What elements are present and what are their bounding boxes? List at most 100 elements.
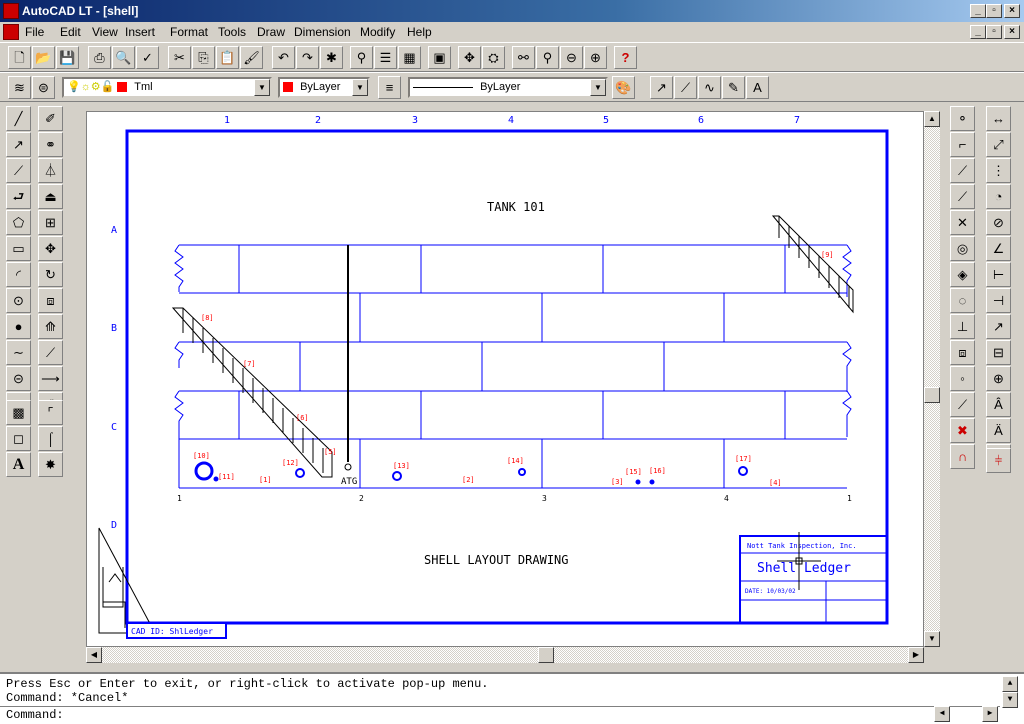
stretch-icon[interactable]: ⟰ xyxy=(38,314,63,339)
snap-insertion-icon[interactable]: ⧈ xyxy=(950,340,975,365)
horizontal-scrollbar[interactable]: ◀ ▶ xyxy=(86,647,924,663)
snap-none-icon[interactable]: ✖ xyxy=(950,418,975,443)
fillet-icon[interactable]: ⌜ xyxy=(38,400,63,425)
osnap-icon[interactable]: ✱ xyxy=(320,46,343,69)
chevron-down-icon[interactable]: ▼ xyxy=(590,79,606,96)
new-icon[interactable]: 🗋 xyxy=(8,46,31,69)
snap-midpoint-icon[interactable]: ⟋ xyxy=(950,158,975,183)
scroll-thumb[interactable] xyxy=(924,387,940,403)
help-icon[interactable]: ? xyxy=(614,46,637,69)
zoom-realtime-icon[interactable]: ⚯ xyxy=(512,46,535,69)
dimension-text-icon[interactable]: ☰ xyxy=(374,46,397,69)
cmd-scroll-right-icon[interactable]: ▶ xyxy=(982,706,998,722)
menu-modify[interactable]: Modify xyxy=(360,25,395,39)
menu-tools[interactable]: Tools xyxy=(218,25,246,39)
doc-restore-button[interactable]: ▫ xyxy=(986,25,1002,39)
dim-linear-icon[interactable]: ↗ xyxy=(650,76,673,99)
aerial-view-icon[interactable]: ⛭ xyxy=(482,46,505,69)
snap-node-icon[interactable]: ◦ xyxy=(950,366,975,391)
scroll-right-icon[interactable]: ▶ xyxy=(908,647,924,663)
pan-icon[interactable]: ✥ xyxy=(458,46,481,69)
save-icon[interactable]: 💾 xyxy=(56,46,79,69)
spline-icon[interactable]: ∼ xyxy=(6,340,31,365)
linetype-icon[interactable]: ≡ xyxy=(378,76,401,99)
tolerance-tool-icon[interactable]: ⊟ xyxy=(986,340,1011,365)
doc-minimize-button[interactable]: _ xyxy=(970,25,986,39)
cut-icon[interactable]: ✂ xyxy=(168,46,191,69)
scroll-up-icon[interactable]: ▲ xyxy=(924,111,940,127)
document-icon[interactable] xyxy=(3,24,19,40)
spelling-icon[interactable]: ✓ xyxy=(136,46,159,69)
menu-help[interactable]: Help xyxy=(407,25,432,39)
rectangle-icon[interactable]: ▭ xyxy=(6,236,31,261)
shell-layout-drawing[interactable]: 1 2 3 4 5 6 7 A B C D TANK 101 ATG [1] [… xyxy=(87,112,924,647)
cmd-scroll-up-icon[interactable]: ▲ xyxy=(1002,676,1018,692)
dim-aligned-tool-icon[interactable]: ⤢ xyxy=(986,132,1011,157)
snap-intersection-icon[interactable]: ⟋ xyxy=(950,184,975,209)
offset-icon[interactable]: ⏏ xyxy=(38,184,63,209)
dim-style-tool-icon[interactable]: ⫩ xyxy=(986,448,1011,473)
circle-icon[interactable]: ⊙ xyxy=(6,288,31,313)
fillet-round-icon[interactable]: ⌠ xyxy=(38,426,63,451)
polyline-icon[interactable]: ⟋ xyxy=(6,158,31,183)
named-views-icon[interactable]: ▣ xyxy=(428,46,451,69)
layers-icon[interactable]: ≋ xyxy=(8,76,31,99)
scroll-left-icon[interactable]: ◀ xyxy=(86,647,102,663)
region-icon[interactable]: ◻ xyxy=(6,426,31,451)
color-select[interactable]: ByLayer ▼ xyxy=(278,77,370,98)
minimize-button[interactable]: _ xyxy=(970,4,986,18)
menu-edit[interactable]: Edit xyxy=(60,25,81,39)
trim-icon[interactable]: ⟋ xyxy=(38,340,63,365)
mirror-icon[interactable]: ⏃ xyxy=(38,158,63,183)
copy-icon[interactable]: ⎘ xyxy=(192,46,215,69)
snap-settings-icon[interactable]: ∩ xyxy=(950,444,975,469)
dim-angular-tool-icon[interactable]: ∠ xyxy=(986,236,1011,261)
dim-linear-tool-icon[interactable]: ↔ xyxy=(986,106,1011,131)
dim-radius-tool-icon[interactable]: ◔ xyxy=(986,184,1011,209)
text-icon[interactable]: A xyxy=(6,452,31,477)
snap-center-icon[interactable]: ◎ xyxy=(950,236,975,261)
make-current-layer-icon[interactable]: ⊜ xyxy=(32,76,55,99)
properties-palette-icon[interactable]: 🎨 xyxy=(612,76,635,99)
snap-perpendicular-icon[interactable]: ⊥ xyxy=(950,314,975,339)
layer-select[interactable]: 💡☼⚙🔓 Tml ▼ xyxy=(62,77,272,98)
dim-baseline-tool-icon[interactable]: ⊢ xyxy=(986,262,1011,287)
ray-icon[interactable]: ↗ xyxy=(6,132,31,157)
text-style-icon[interactable]: A xyxy=(746,76,769,99)
hyperlink-icon[interactable]: ⚲ xyxy=(350,46,373,69)
array-icon[interactable]: ⊞ xyxy=(38,210,63,235)
dim-text-edit-tool-icon[interactable]: Ä xyxy=(986,418,1011,443)
chevron-down-icon[interactable]: ▼ xyxy=(254,79,270,96)
undo-icon[interactable]: ↶ xyxy=(272,46,295,69)
zoom-extents-icon[interactable]: ⊕ xyxy=(584,46,607,69)
dim-radius-icon[interactable]: ✎ xyxy=(722,76,745,99)
dim-ordinate-icon[interactable]: ∿ xyxy=(698,76,721,99)
snap-from-icon[interactable]: ⚬ xyxy=(950,106,975,131)
arc-icon[interactable]: ◜ xyxy=(6,262,31,287)
snap-nearest-icon[interactable]: ⟋ xyxy=(950,392,975,417)
redo-icon[interactable]: ↷ xyxy=(296,46,319,69)
paste-icon[interactable]: 📋 xyxy=(216,46,239,69)
donut-icon[interactable]: ● xyxy=(6,314,31,339)
copy-object-icon[interactable]: ⚭ xyxy=(38,132,63,157)
dim-ordinate-tool-icon[interactable]: ⋮ xyxy=(986,158,1011,183)
erase-icon[interactable]: ✐ xyxy=(38,106,63,131)
center-mark-tool-icon[interactable]: ⊕ xyxy=(986,366,1011,391)
dim-aligned-icon[interactable]: ⟋ xyxy=(674,76,697,99)
hatch-icon[interactable]: ▩ xyxy=(6,400,31,425)
multiline-icon[interactable]: ⮐ xyxy=(6,184,31,209)
move-icon[interactable]: ✥ xyxy=(38,236,63,261)
dim-continue-tool-icon[interactable]: ⊣ xyxy=(986,288,1011,313)
line-icon[interactable]: ╱ xyxy=(6,106,31,131)
cmd-scroll-left-icon[interactable]: ◀ xyxy=(934,706,950,722)
restore-button[interactable]: ▫ xyxy=(986,4,1002,18)
close-button[interactable]: × xyxy=(1004,4,1020,18)
menu-draw[interactable]: Draw xyxy=(257,25,285,39)
open-icon[interactable]: 📂 xyxy=(32,46,55,69)
scroll-down-icon[interactable]: ▼ xyxy=(924,631,940,647)
snap-quadrant-icon[interactable]: ◈ xyxy=(950,262,975,287)
vertical-scrollbar[interactable]: ▲ ▼ xyxy=(924,111,940,647)
explode-icon[interactable]: ✸ xyxy=(38,452,63,477)
zoom-window-icon[interactable]: ⚲ xyxy=(536,46,559,69)
properties-icon[interactable]: ▦ xyxy=(398,46,421,69)
